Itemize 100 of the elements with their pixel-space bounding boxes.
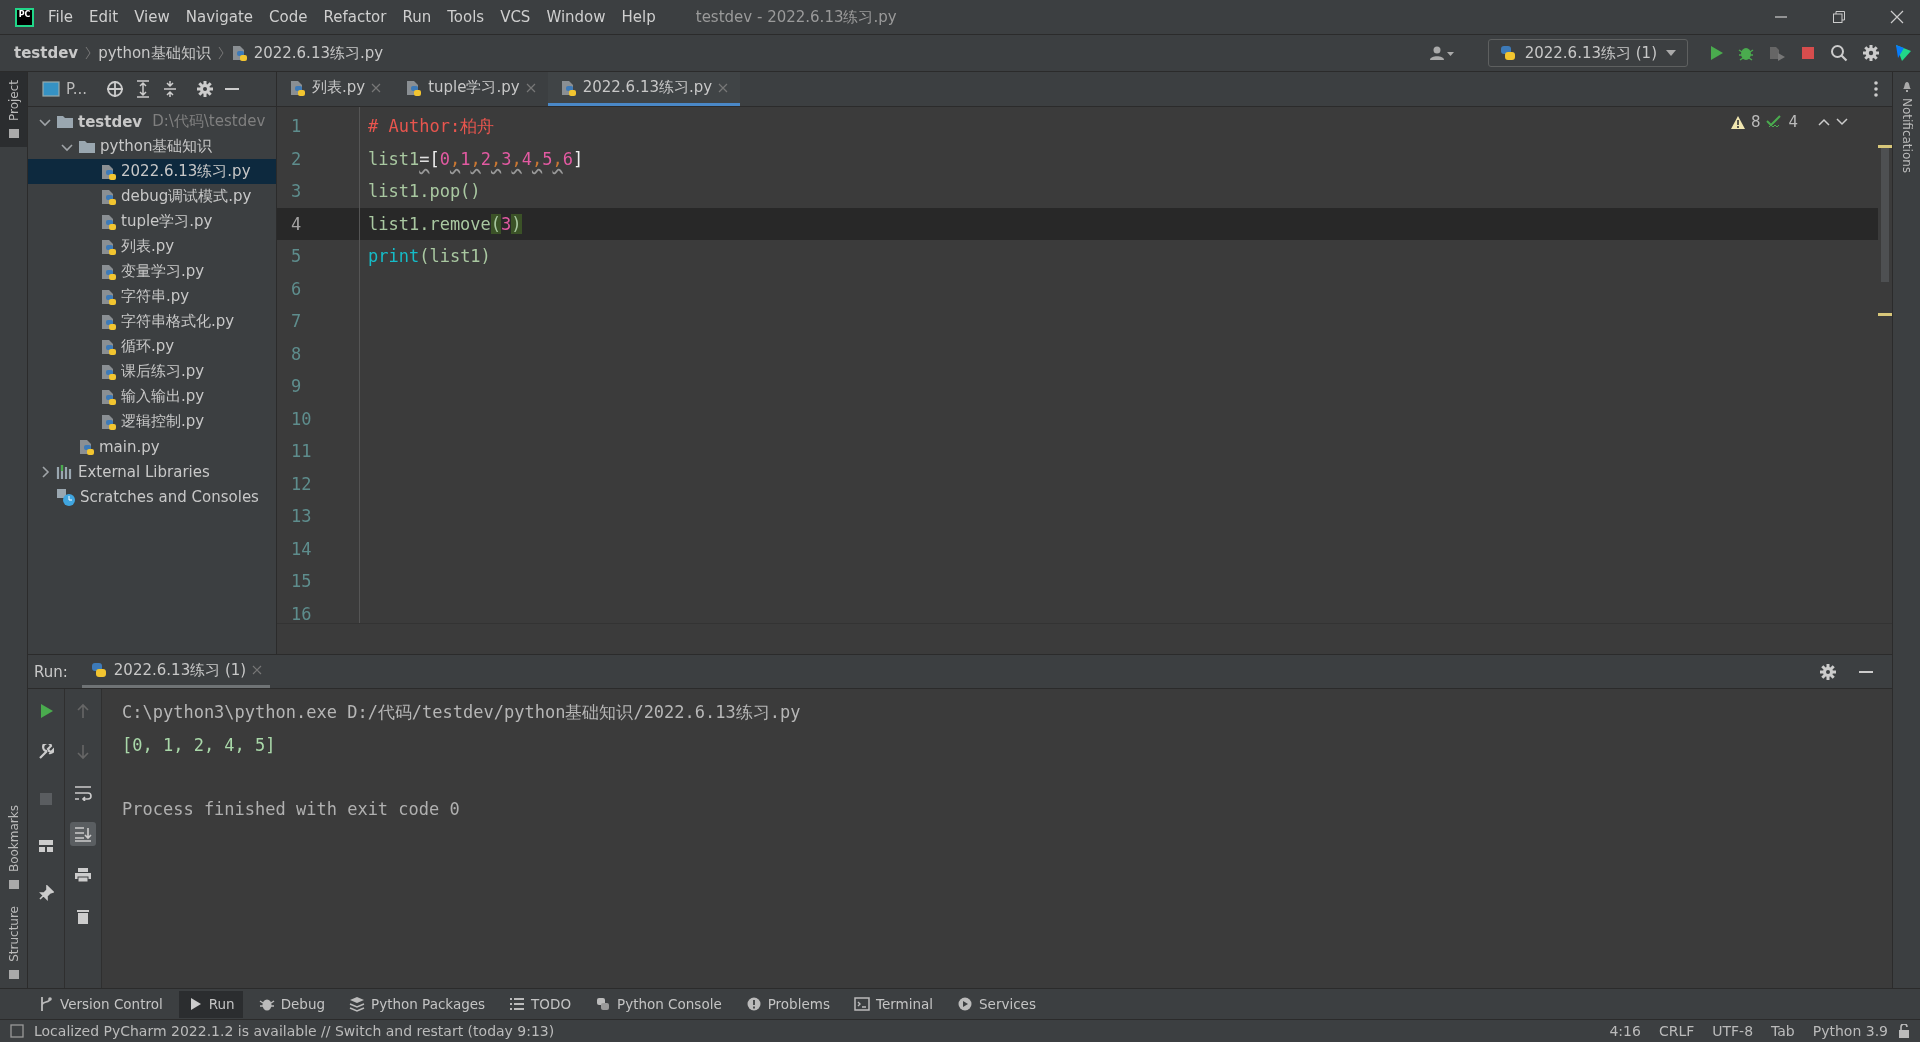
terminal-icon <box>853 996 870 1012</box>
previous-highlight-icon[interactable] <box>1818 118 1830 126</box>
tree-item[interactable]: 输入输出.py <box>28 384 276 409</box>
menu-item[interactable]: Refactor <box>323 8 387 26</box>
layout-toggle-icon[interactable] <box>10 1024 24 1038</box>
tree-item[interactable]: tuple学习.py <box>28 209 276 234</box>
tool-window-tab[interactable]: Bookmarks <box>0 797 27 899</box>
breadcrumb-item[interactable]: python基础知识 <box>98 43 211 63</box>
menu-item[interactable]: Help <box>621 8 656 26</box>
breadcrumb-item[interactable]: testdev <box>14 44 79 62</box>
python-file-icon <box>100 387 117 406</box>
menu-item[interactable]: VCS <box>500 8 531 26</box>
window-title: testdev - 2022.6.13练习.py <box>695 7 897 27</box>
scroll-to-end-icon[interactable] <box>70 822 96 846</box>
tree-item[interactable]: python基础知识 <box>28 134 276 159</box>
line-number: 15 <box>290 570 313 593</box>
play-circle-icon <box>957 996 973 1012</box>
warning-count[interactable]: 8 <box>1750 113 1761 131</box>
toolbox-logo-icon[interactable] <box>1894 44 1912 62</box>
python-file-icon <box>559 78 577 97</box>
tool-window-button[interactable]: Python Packages <box>341 990 494 1018</box>
breadcrumb-item[interactable]: 2022.6.13练习.py <box>253 43 384 63</box>
tool-window-button[interactable]: Debug <box>250 990 334 1018</box>
python-file-icon <box>405 78 423 97</box>
tool-window-button[interactable]: Terminal <box>845 990 941 1018</box>
tree-item[interactable]: 逻辑控制.py <box>28 409 276 434</box>
tree-item[interactable]: Scratches and Consoles <box>28 484 276 509</box>
tree-item[interactable]: 2022.6.13练习.py <box>28 159 276 184</box>
menu-item[interactable]: File <box>48 8 74 26</box>
menu-item[interactable]: Code <box>269 8 308 26</box>
search-icon[interactable] <box>1830 44 1848 62</box>
tree-item[interactable]: 变量学习.py <box>28 259 276 284</box>
status-item[interactable]: 4:16 <box>1609 1023 1641 1039</box>
line-number: 1 <box>290 115 303 138</box>
dropdown-caret-icon <box>1665 49 1677 57</box>
status-item[interactable]: UTF-8 <box>1712 1023 1754 1039</box>
locate-icon[interactable] <box>106 80 124 98</box>
line-number: 16 <box>290 602 313 626</box>
stop-icon[interactable] <box>1800 45 1816 61</box>
menu-item[interactable]: Tools <box>447 8 485 26</box>
project-view-dropdown[interactable]: P... <box>42 80 87 98</box>
menu-item[interactable]: Run <box>402 8 432 26</box>
tool-window-tab[interactable]: Project <box>0 72 27 148</box>
tree-item[interactable]: main.py <box>28 434 276 459</box>
tool-window-button[interactable]: Python Console <box>587 990 730 1018</box>
run-configuration-dropdown[interactable]: 2022.6.13练习 (1) <box>1487 39 1688 67</box>
line-number: 3 <box>290 180 303 203</box>
menu-item[interactable]: View <box>134 8 170 26</box>
console-line: Process finished with exit code 0 <box>122 798 461 821</box>
status-message[interactable]: Localized PyCharm 2022.1.2 is available // Switch and restart (today 9:13) <box>34 1023 555 1039</box>
close-icon[interactable] <box>1890 10 1904 24</box>
weak-warning-count[interactable]: 4 <box>1788 113 1798 131</box>
next-highlight-icon[interactable] <box>1836 118 1848 126</box>
tool-window-button[interactable]: TODO <box>501 990 579 1018</box>
debug-icon[interactable] <box>1738 45 1754 61</box>
console-line: C:\python3\python.exe D:/代码/testdev/python基础知识/2022.6.13练习.py <box>122 701 802 724</box>
menu-item[interactable]: Navigate <box>185 8 254 26</box>
lock-icon[interactable] <box>1898 1024 1910 1038</box>
settings-icon[interactable] <box>197 81 213 97</box>
tool-window-button[interactable]: Version Control <box>30 990 171 1018</box>
tree-item[interactable]: 字符串.py <box>28 284 276 309</box>
tool-window-button[interactable]: Problems <box>737 990 838 1018</box>
tree-item[interactable]: debug调试模式.py <box>28 184 276 209</box>
tree-item[interactable]: 列表.py <box>28 234 276 259</box>
restore-icon[interactable] <box>1832 10 1846 24</box>
tool-window-button[interactable]: Run <box>178 990 243 1018</box>
bell-icon <box>1900 80 1913 92</box>
status-item[interactable]: Python 3.9 <box>1812 1023 1888 1039</box>
settings-icon[interactable] <box>1820 663 1836 680</box>
tree-item[interactable]: External Libraries <box>28 459 276 484</box>
code-line: # Author:柏舟 <box>368 116 495 136</box>
editor-tab[interactable]: 2022.6.13练习.py <box>547 72 741 106</box>
code-line: list1=[0,1,2,3,4,5,6] <box>368 148 584 169</box>
tree-item[interactable]: 字符串格式化.py <box>28 309 276 334</box>
tool-window-button[interactable]: Services <box>949 990 1044 1018</box>
editor-tab[interactable]: tuple学习.py <box>393 72 548 106</box>
line-number: 5 <box>290 245 303 268</box>
tree-item[interactable]: testdev D:\代码\testdev <box>28 109 276 134</box>
notifications-tab[interactable]: Notifications <box>1893 72 1920 182</box>
info-icon <box>745 996 762 1012</box>
line-number: 10 <box>290 407 313 431</box>
status-item[interactable]: CRLF <box>1658 1023 1695 1039</box>
status-item[interactable]: Tab <box>1771 1023 1795 1039</box>
menu-item[interactable]: Window <box>546 8 606 26</box>
list-icon <box>509 996 526 1012</box>
collapse-all-icon[interactable] <box>162 80 178 98</box>
user-icon[interactable] <box>1429 45 1456 61</box>
tool-window-tab[interactable]: Structure <box>0 898 27 988</box>
scrollbar-thumb[interactable] <box>1881 147 1889 282</box>
tree-item[interactable]: 课后练习.py <box>28 359 276 384</box>
line-number: 14 <box>290 537 313 561</box>
python-icon <box>595 996 611 1012</box>
python-file-icon <box>289 78 306 97</box>
run-icon[interactable] <box>1708 45 1724 61</box>
weak-warning-icon <box>1766 115 1783 129</box>
expand-all-icon[interactable] <box>135 80 151 98</box>
editor-tab[interactable]: 列表.py <box>277 72 394 106</box>
tree-item[interactable]: 循环.py <box>28 334 276 359</box>
settings-icon[interactable] <box>1862 44 1880 62</box>
menu-item[interactable]: Edit <box>89 8 119 26</box>
